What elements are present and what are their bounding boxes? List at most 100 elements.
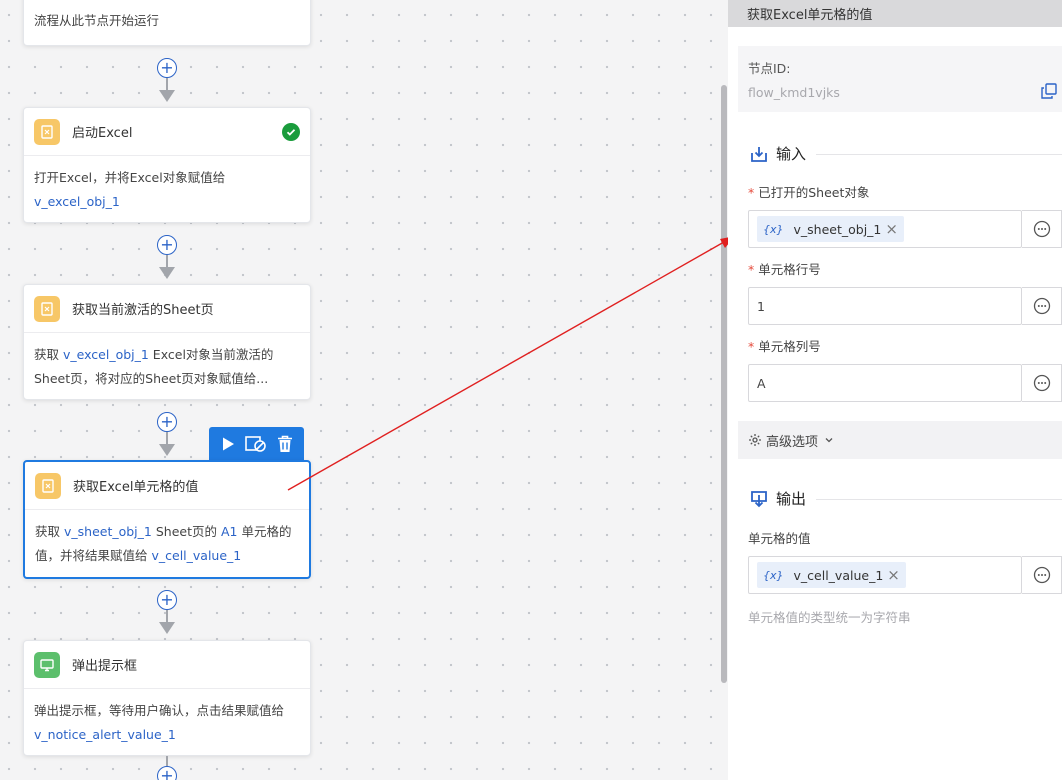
required-mark: * (748, 185, 755, 200)
column-input[interactable]: A (748, 364, 1022, 402)
flow-node-alert[interactable]: 弹出提示框 弹出提示框，等待用户确认，点击结果赋值给 v_notice_aler… (23, 640, 311, 756)
add-node-button[interactable]: + (157, 58, 177, 78)
node-title: 启动Excel (72, 126, 133, 141)
variable-ref: A1 (220, 524, 238, 539)
required-mark: * (748, 262, 755, 277)
disable-node-icon[interactable] (245, 435, 267, 453)
desc-text: Sheet页的 (151, 524, 221, 539)
arrow-down-icon (159, 90, 175, 102)
desc-text: 获取 (35, 524, 64, 539)
node-desc: 获取 v_excel_obj_1 Excel对象当前激活的Sheet页，将对应的… (24, 333, 310, 403)
flow-node-get-cell-value[interactable]: 获取Excel单元格的值 获取 v_sheet_obj_1 Sheet页的 A1… (23, 460, 311, 579)
plus-icon: + (160, 412, 174, 431)
input-value: A (757, 375, 766, 391)
node-desc: 打开Excel，并将Excel对象赋值给 v_excel_obj_1 (24, 156, 310, 226)
label-text: 已打开的Sheet对象 (758, 185, 870, 200)
node-id-value: flow_kmd1vjks (748, 85, 840, 100)
variable-tag: {x} v_sheet_obj_1 × (757, 216, 904, 242)
flow-connector: + (157, 58, 177, 108)
flow-node-start-partial[interactable]: 流程从此节点开始运行 (23, 0, 311, 46)
label-text: 单元格行号 (758, 262, 821, 277)
node-title: 获取Excel单元格的值 (73, 480, 199, 495)
advanced-label: 高级选项 (766, 434, 819, 450)
desc-text: 打开Excel，并将Excel对象赋值给 (34, 170, 226, 185)
ellipsis-icon (1033, 220, 1050, 238)
add-node-button[interactable]: + (157, 235, 177, 255)
flow-node-start-excel[interactable]: 启动Excel 打开Excel，并将Excel对象赋值给 v_excel_obj… (23, 107, 311, 223)
delete-icon[interactable] (277, 435, 293, 453)
advanced-options-toggle[interactable]: 高级选项 (738, 421, 1062, 459)
variable-ref: v_notice_alert_value_1 (34, 727, 176, 742)
variable-ref: v_sheet_obj_1 (63, 524, 152, 539)
variable-tag: {x} v_cell_value_1 × (757, 562, 906, 588)
plus-icon: + (160, 590, 174, 609)
variable-name: v_sheet_obj_1 (793, 221, 882, 237)
node-desc: 获取 v_sheet_obj_1 Sheet页的 A1 单元格的值，并将结果赋值… (25, 510, 309, 580)
required-mark: * (748, 339, 755, 354)
variable-icon: {x} (763, 222, 784, 236)
section-label: 输出 (776, 490, 807, 508)
arrow-down-icon (159, 267, 175, 279)
more-options-button[interactable] (1022, 210, 1062, 248)
success-check-icon (282, 122, 300, 141)
close-icon[interactable]: × (887, 566, 900, 584)
field-label-cell-value: 单元格的值 (748, 531, 811, 546)
input-section-title: 输入 (750, 143, 806, 164)
copy-icon[interactable] (1040, 82, 1058, 104)
flow-node-get-active-sheet[interactable]: 获取当前激活的Sheet页 获取 v_excel_obj_1 Excel对象当前… (23, 284, 311, 400)
variable-ref: v_cell_value_1 (151, 548, 242, 563)
gear-icon (748, 433, 762, 447)
run-icon[interactable] (220, 436, 236, 452)
row-number-input[interactable]: 1 (748, 287, 1022, 325)
excel-icon (35, 472, 61, 499)
ellipsis-icon (1033, 374, 1050, 392)
label-text: 单元格列号 (758, 339, 821, 354)
flow-connector: + (157, 235, 177, 285)
sheet-object-input[interactable]: {x} v_sheet_obj_1 × (748, 210, 1022, 248)
variable-ref: v_excel_obj_1 (62, 347, 149, 362)
excel-icon (34, 118, 60, 145)
flow-canvas[interactable]: 流程从此节点开始运行 + 启动Excel 打开Excel，并将Excel对象赋值… (0, 0, 728, 780)
variable-name: v_cell_value_1 (793, 567, 884, 583)
plus-icon: + (160, 766, 174, 780)
field-label-row: * 单元格行号 (748, 259, 821, 278)
properties-panel: 获取Excel单元格的值 节点ID: flow_kmd1vjks 输入 * 已打开… (728, 0, 1062, 780)
input-value: 1 (757, 298, 765, 314)
node-id-box: 节点ID: flow_kmd1vjks (738, 46, 1062, 112)
section-label: 输入 (776, 145, 807, 163)
panel-title: 获取Excel单元格的值 (728, 0, 1062, 27)
close-icon[interactable]: × (885, 220, 898, 238)
flow-connector: + (157, 756, 177, 780)
flow-connector: + (157, 412, 177, 462)
cell-value-output[interactable]: {x} v_cell_value_1 × (748, 556, 1022, 594)
variable-ref: v_excel_obj_1 (34, 194, 120, 209)
arrow-down-icon (159, 622, 175, 634)
field-label-column: * 单元格列号 (748, 336, 821, 355)
more-options-button[interactable] (1022, 364, 1062, 402)
node-title: 弹出提示框 (72, 659, 138, 674)
plus-icon: + (160, 58, 174, 77)
field-label-sheet-object: * 已打开的Sheet对象 (748, 182, 869, 201)
output-type-hint: 单元格值的类型统一为字符串 (748, 610, 911, 625)
monitor-icon (34, 651, 60, 678)
ellipsis-icon (1033, 297, 1050, 315)
variable-icon: {x} (763, 568, 784, 582)
arrow-down-icon (159, 444, 175, 456)
add-node-button[interactable]: + (157, 412, 177, 432)
more-options-button[interactable] (1022, 287, 1062, 325)
add-node-button[interactable]: + (157, 766, 177, 780)
more-options-button[interactable] (1022, 556, 1062, 594)
node-title: 获取当前激活的Sheet页 (72, 303, 214, 318)
node-desc: 流程从此节点开始运行 (34, 13, 160, 28)
canvas-scrollbar[interactable] (721, 85, 727, 683)
plus-icon: + (160, 235, 174, 254)
output-icon (750, 490, 768, 508)
chevron-down-icon (824, 435, 834, 445)
flow-connector: + (157, 590, 177, 640)
node-toolbar (209, 427, 304, 461)
add-node-button[interactable]: + (157, 590, 177, 610)
node-id-label: 节点ID: (748, 61, 791, 76)
desc-text: 获取 (34, 347, 63, 362)
excel-icon (34, 295, 60, 322)
input-icon (750, 145, 768, 163)
